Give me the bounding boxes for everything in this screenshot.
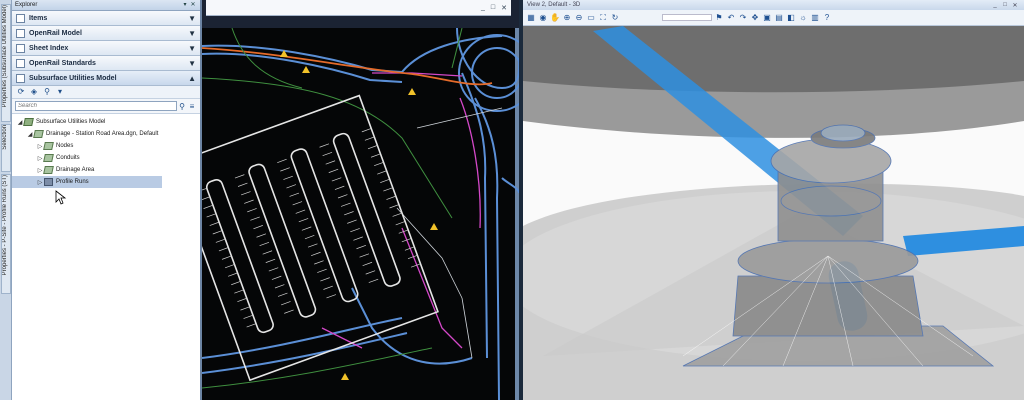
fit-view-icon[interactable]: ⛶ [598,12,608,23]
zoom-icon[interactable]: ⚲ [42,87,52,97]
profile-runs-icon [44,178,53,186]
plan-view-header: _ □ ✕ [202,0,519,28]
tab-properties-label: Properties (Subsurface Utilities Model) [2,5,8,108]
tree-node-subsurface-model[interactable]: ◢ Subsurface Utilities Model [12,116,200,128]
collapse-icon[interactable]: ▷ [36,179,44,186]
section-subsurface-utilities-label: Subsurface Utilities Model [29,74,117,82]
refresh-icon[interactable]: ⟳ [16,87,26,97]
explorer-toolbar: ⟳ ◈ ⚲ ▾ [12,86,200,99]
search-bar: ⚲ ≡ [15,100,197,112]
conduits-icon [43,154,54,162]
section-openrail-standards-label: OpenRail Standards [29,59,96,67]
chevron-down-icon[interactable]: ▼ [188,14,196,23]
pan-icon[interactable]: ✥ [750,12,760,23]
3d-view-window[interactable]: View 2, Default - 3D _ □ ✕ ▦ ◉ ✋ ⊕ ⊖ ▭ ⛶… [523,0,1024,400]
sheet-icon [16,43,25,53]
standard-views-icon[interactable]: ▥ [810,12,820,23]
view-attributes-icon[interactable]: ▦ [526,12,536,23]
pin-icon[interactable]: ▾ [181,1,189,9]
window-area-icon[interactable]: ▭ [586,12,596,23]
tree-view: ◢ Subsurface Utilities Model ◢ Drainage … [12,113,200,400]
minimize-button[interactable]: _ [481,4,485,11]
hand-icon[interactable]: ✋ [550,12,560,23]
chevron-up-icon[interactable]: ▲ [188,74,196,83]
plan-view-window[interactable]: _ □ ✕ [202,0,519,400]
chevron-down-icon[interactable]: ▼ [188,29,196,38]
tree-node-label: Conduits [56,155,80,161]
drainage-icon [33,130,44,138]
3d-canvas[interactable] [523,26,1024,400]
view-popup-menu[interactable] [662,14,712,21]
application-window: Properties (Subsurface Utilities Model) … [0,0,1024,400]
dropdown-icon[interactable]: ▾ [55,87,65,97]
rotate-icon[interactable]: ↻ [610,12,620,23]
search-icon[interactable]: ⚲ [177,102,187,111]
next-view-icon[interactable]: ↷ [738,12,748,23]
minimize-button[interactable]: _ [990,2,1000,8]
tab-selection-label: Selection [2,125,8,150]
tree-node-label: Subsurface Utilities Model [36,119,106,125]
section-openrail-model-label: OpenRail Model [29,29,82,37]
tree-node-label: Profile Runs [56,179,89,185]
tab-properties[interactable]: Properties (Subsurface Utilities Model) [1,4,11,122]
maximize-button[interactable]: □ [491,4,495,11]
tab-profile-properties[interactable]: Properties - P-Site - Profile Runs (ST) [1,174,11,294]
walk-icon[interactable]: ⚑ [714,12,724,23]
previous-view-icon[interactable]: ↶ [726,12,736,23]
chevron-down-icon[interactable]: ▼ [188,59,196,68]
render-icon[interactable]: ◧ [786,12,796,23]
3d-view-titlebar: View 2, Default - 3D _ □ ✕ [523,0,1024,10]
tree-node-drainage-area[interactable]: ▷ Drainage Area [12,164,200,176]
help-icon[interactable]: ? [822,12,832,23]
chevron-down-icon[interactable]: ▼ [188,44,196,53]
section-sheet-index[interactable]: Sheet Index ▼ [12,41,200,56]
section-openrail-standards[interactable]: OpenRail Standards ▼ [12,56,200,71]
section-items-label: Items [29,14,48,22]
close-icon[interactable]: ✕ [189,1,197,9]
section-items[interactable]: Items ▼ [12,11,200,26]
explorer-panel: Explorer ▾ ✕ Items ▼ OpenRail Model ▼ Sh… [12,0,202,400]
zoom-out-icon[interactable]: ⊖ [574,12,584,23]
drainage-area-icon [43,166,54,174]
camera-icon[interactable]: ▣ [762,12,772,23]
lights-icon[interactable]: ☼ [798,12,808,23]
model-icon [23,118,34,126]
section-subsurface-utilities[interactable]: Subsurface Utilities Model ▲ [12,71,200,86]
vertical-tab-strip: Properties (Subsurface Utilities Model) … [0,0,12,400]
filter-icon[interactable]: ≡ [187,102,197,111]
tab-profile-properties-label: Properties - P-Site - Profile Runs (ST) [2,175,8,276]
items-icon [16,13,25,23]
3d-view-title: View 2, Default - 3D [527,2,581,8]
search-input[interactable] [15,101,177,111]
tree-node-drainage-file[interactable]: ◢ Drainage - Station Road Area.dgn, Defa… [12,128,200,140]
tree-node-profile-runs[interactable]: ▷ Profile Runs [12,176,162,188]
display-style-icon[interactable]: ◉ [538,12,548,23]
zoom-in-icon[interactable]: ⊕ [562,12,572,23]
explorer-titlebar: Explorer ▾ ✕ [12,0,200,11]
view-toolbar: ▦ ◉ ✋ ⊕ ⊖ ▭ ⛶ ↻ ⚑ ↶ ↷ ✥ ▣ ▤ ◧ ☼ ▥ ? [523,10,1024,26]
plan-canvas[interactable] [202,28,519,400]
model-tool-icon[interactable]: ◈ [29,87,39,97]
section-openrail-model[interactable]: OpenRail Model ▼ [12,26,200,41]
tree-node-label: Drainage Area [56,167,95,173]
clip-volume-icon[interactable]: ▤ [774,12,784,23]
model-icon [16,28,25,38]
utilities-icon [16,73,25,83]
mouse-cursor-icon [55,190,67,205]
close-button[interactable]: ✕ [501,4,507,12]
section-sheet-index-label: Sheet Index [29,44,69,52]
explorer-title: Explorer [15,2,38,8]
tree-node-conduits[interactable]: ▷ Conduits [12,152,200,164]
close-button[interactable]: ✕ [1010,2,1020,9]
nodes-icon [43,142,54,150]
tree-node-label: Nodes [56,143,74,149]
tree-node-label: Drainage - Station Road Area.dgn, Defaul… [46,131,159,137]
standards-icon [16,58,25,68]
tab-selection[interactable]: Selection [1,124,11,172]
maximize-button[interactable]: □ [1000,2,1010,8]
plan-view-titlebar: _ □ ✕ [206,0,511,16]
tree-node-nodes[interactable]: ▷ Nodes [12,140,200,152]
